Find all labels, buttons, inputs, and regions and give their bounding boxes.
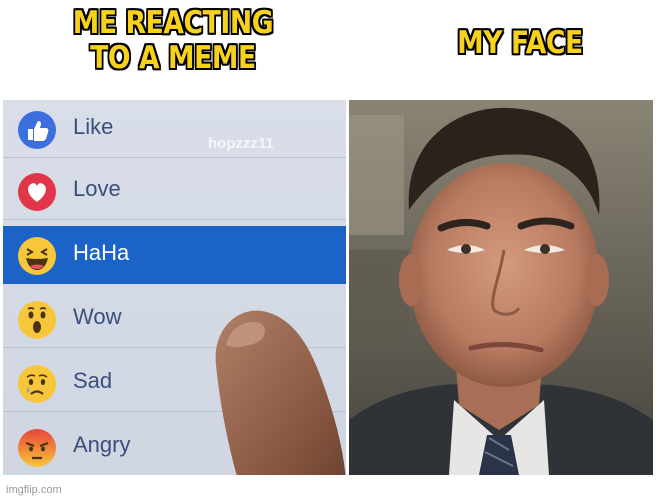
reaction-row-love[interactable]: Love	[3, 162, 346, 220]
reaction-label-haha: HaHa	[73, 240, 130, 265]
divider	[3, 219, 346, 220]
reaction-label-wow: Wow	[73, 304, 122, 329]
reaction-label-love: Love	[73, 176, 121, 201]
like-icon	[18, 111, 56, 149]
right-caption: MY FACE	[457, 25, 583, 61]
reaction-label-sad: Sad	[73, 368, 113, 393]
divider	[3, 157, 346, 158]
reaction-label-like: Like	[73, 114, 114, 139]
reaction-row-haha[interactable]: HaHa	[3, 226, 346, 284]
face-photo-panel	[349, 100, 653, 475]
love-icon	[18, 173, 56, 211]
wow-icon	[18, 301, 56, 339]
watermark-username: hopzzz11	[208, 135, 274, 152]
thumb-image	[215, 310, 346, 475]
left-caption-line1: ME REACTING	[72, 5, 274, 41]
reaction-label-angry: Angry	[73, 432, 131, 457]
left-caption-line2: TO A MEME	[90, 40, 256, 76]
face-photo	[349, 100, 653, 475]
left-caption: ME REACTING TO A MEME	[40, 6, 307, 76]
reaction-row-like[interactable]: Like	[3, 100, 346, 158]
angry-icon	[18, 429, 56, 467]
imgflip-watermark: imgflip.com	[6, 484, 62, 496]
haha-icon	[18, 237, 56, 275]
reaction-panel: Like Love HaHa Wow Sad Angry hopzzz11	[3, 100, 346, 475]
sad-icon	[18, 365, 56, 403]
